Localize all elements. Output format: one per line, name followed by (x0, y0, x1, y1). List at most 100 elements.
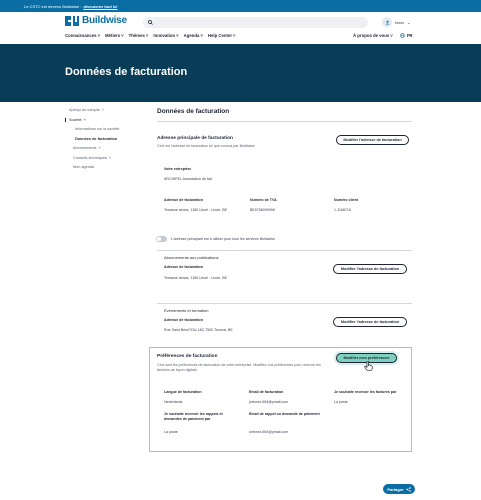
nav-item-metiers[interactable]: Métiers ˅ (105, 33, 124, 38)
chevron-down-icon: ˅ (121, 33, 124, 38)
sidebar-item-billing-data[interactable]: Données de facturation (65, 137, 135, 141)
primary-address-title: Adresse principale de facturation (157, 136, 233, 141)
avatar (382, 17, 392, 27)
vat-value: BE0766090998 (250, 208, 275, 212)
announcement-text: Le CSTC est devenu Buildwise : (24, 3, 82, 9)
events-address-value: Rue Saint BriceTOU-18C,7500 Tournai, BE (164, 328, 233, 332)
chevron-down-icon: ˅ (233, 33, 236, 38)
logo[interactable]: Buildwise (65, 15, 127, 26)
user-name: Ixxxx (395, 19, 405, 25)
chevron-up-icon: ˄ (83, 117, 86, 122)
chevron-down-icon: ˅ (390, 33, 393, 38)
site-header: Buildwise Ixxxx ⌄ Connaissances ˅ Métiers… (0, 12, 481, 44)
section-title: Données de facturation (157, 108, 230, 115)
preferences-title: Préférences de facturation (157, 354, 218, 359)
sidebar-item-label: Mon agenda (73, 165, 95, 169)
subscriptions-address-value: Terrasse aimes, 1180 Uccel - Uccle, BE (164, 276, 228, 280)
nav-item-themes[interactable]: Thèmes ˅ (129, 33, 149, 38)
subscriptions-title: Abonnements aux publications (164, 255, 219, 260)
nav-label: Connaissances (65, 33, 97, 38)
user-icon (385, 20, 389, 24)
chevron-down-icon: ˅ (97, 33, 101, 38)
language-switch[interactable]: FR (400, 33, 413, 38)
billing-email-value: jortxxxx-654@ymail.com (249, 400, 289, 404)
primary-address-desc: Ceci est l'adresse de facturation tel qu… (157, 144, 255, 148)
sidebar-item-label: Données de facturation (75, 136, 118, 141)
main-nav: Connaissances ˅ Métiers ˅ Thèmes ˅ Innovati… (65, 33, 236, 38)
sidebar-item-subscriptions[interactable]: Abonnements ˅ (65, 146, 135, 150)
preferences-desc: Ceci sont les préférences de facturation… (157, 363, 321, 372)
toggle-label: L'adresse principale est à utiliser pour… (171, 237, 275, 241)
use-primary-toggle-row: L'adresse principale est à utiliser pour… (156, 236, 275, 242)
sidebar-item-agenda[interactable]: Mon agenda (65, 165, 135, 169)
divider (157, 121, 412, 122)
about-you-menu[interactable]: À propos de vous ˅ (353, 33, 393, 38)
search-input[interactable] (143, 17, 368, 28)
logo-text: Buildwise (82, 15, 127, 26)
hero-banner: Données de facturation (0, 44, 481, 102)
globe-icon (400, 33, 405, 38)
sidebar-item-label: Abonnements (73, 146, 97, 150)
divider (157, 303, 412, 304)
sidebar-item-label: Conseils techniques (73, 155, 107, 160)
sidebar-item-technical-advice[interactable]: Conseils techniques ˅ (65, 156, 135, 160)
nav-right: À propos de vous ˅ FR (353, 33, 413, 38)
sidebar-item-label: Informations sur la société (75, 127, 120, 131)
chevron-down-icon: ˅ (108, 155, 112, 160)
billing-language-label: Langue de facturation (164, 390, 202, 394)
subscriptions-address-label: Adresse de facturation (164, 265, 203, 269)
nav-label: Agenda (183, 33, 200, 38)
chevron-down-icon: ˅ (145, 33, 149, 38)
buildwise-logo-icon (65, 15, 79, 26)
nav-label: Innovation (153, 33, 176, 38)
language-label: FR (406, 33, 413, 38)
nav-item-agenda[interactable]: Agenda ˅ (184, 33, 203, 38)
company-value: ARCHIPEL Association de fait (164, 177, 212, 181)
reminder-method-value: La poste (164, 430, 178, 434)
sidebar-item-company-info[interactable]: Informations sur la société (65, 127, 135, 131)
edit-subscriptions-address-button[interactable]: Modifier l'adresse de facturation (333, 264, 407, 274)
reminder-email-label: Email de rappel ou demande de paiement (249, 412, 320, 416)
sidebar-item-overview[interactable]: Aperçu du compte ˅ (65, 108, 135, 112)
billing-email-label: Email de facturation (249, 390, 284, 394)
announcement-bar: Le CSTC est devenu Buildwise : découvrez… (0, 0, 481, 12)
chevron-down-icon: ˅ (101, 108, 105, 112)
announcement-link[interactable]: découvrez tout ici (83, 4, 117, 9)
sidebar-item-company[interactable]: Société ˄ (65, 117, 135, 122)
share-label: Partager (387, 486, 404, 492)
nav-label: Thèmes (128, 33, 145, 38)
billing-address-value: Terrasse aimes, 1180 Uccel - Uccle, BE (164, 208, 228, 212)
edit-primary-address-button[interactable]: Modifier l'adresse de facturation (336, 135, 409, 145)
chevron-down-icon: ˅ (176, 33, 179, 38)
receive-invoices-value: La poste (334, 400, 348, 404)
nav-item-connaissances[interactable]: Connaissances ˅ (65, 33, 100, 38)
chevron-down-icon: ⌄ (407, 19, 411, 25)
sidebar-item-label: Société (69, 117, 82, 122)
nav-item-innovation[interactable]: Innovation ˅ (153, 33, 178, 38)
edit-events-address-button[interactable]: Modifier l'adresse de facturation (333, 317, 407, 327)
divider (157, 250, 412, 251)
nav-label: Help Center (207, 33, 233, 38)
search-icon (148, 20, 153, 25)
use-primary-toggle[interactable] (156, 236, 167, 242)
client-number-label: Numéro client (334, 198, 358, 202)
chevron-down-icon: ˅ (200, 33, 203, 38)
events-address-label: Adresse de facturation (164, 318, 203, 322)
about-label: À propos de vous (353, 33, 390, 38)
events-title: Événements et formation (164, 308, 209, 313)
billing-language-value: Nederlands (164, 400, 183, 404)
billing-address-label: Adresse de facturation (164, 198, 203, 202)
account-sidebar: Aperçu du compte ˅ Société ˄ Informations … (65, 108, 135, 175)
hand-cursor-icon (364, 361, 373, 371)
company-label: Votre entreprise (164, 167, 192, 171)
page-title: Données de facturation (65, 66, 188, 78)
nav-item-help-center[interactable]: Help Center ˅ (208, 33, 236, 38)
reminder-email-value: iortxxxx-654@ymail.com (249, 430, 289, 434)
share-button[interactable]: Partager (383, 484, 415, 494)
share-icon (405, 486, 411, 492)
receive-invoices-label: Je souhaite recevoir les factures par (334, 390, 397, 394)
vat-label: Numéro de TVA (250, 198, 277, 202)
user-menu[interactable]: Ixxxx ⌄ (382, 17, 410, 27)
client-number-value: 1-1168716 (334, 208, 351, 212)
nav-label: Métiers (105, 33, 121, 38)
